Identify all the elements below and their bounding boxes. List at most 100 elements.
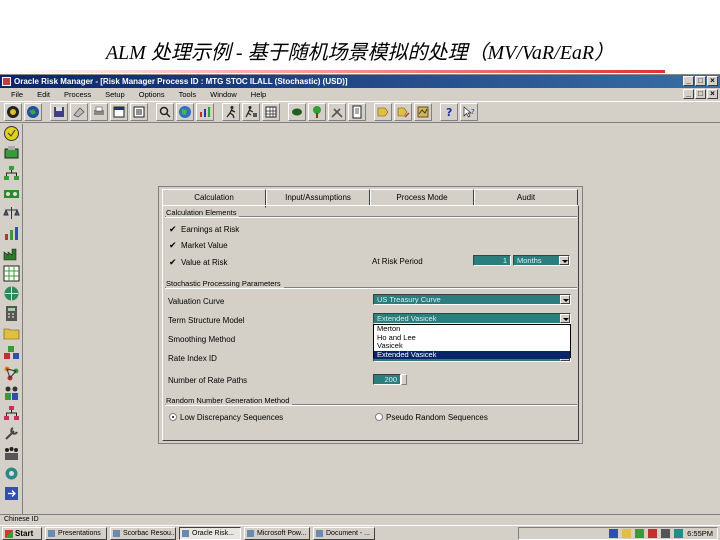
chevron-down-icon[interactable] (559, 256, 569, 265)
toolbar-list-icon[interactable] (130, 103, 148, 121)
market-value-checkbox[interactable]: ✔ (169, 241, 178, 250)
toolbar-process-icon[interactable] (4, 103, 22, 121)
nav-settings-icon[interactable] (2, 464, 21, 483)
task-powerpoint[interactable]: Microsoft Pow... (244, 527, 310, 540)
menu-window[interactable]: Window (205, 90, 242, 99)
toolbar-document-icon[interactable] (348, 103, 366, 121)
title-rule (0, 70, 665, 73)
mdi-restore-button[interactable]: □ (695, 89, 706, 99)
mdi-controls: _ □ × (683, 89, 718, 99)
toolbar-search-icon[interactable] (156, 103, 174, 121)
toolbar-eraser-icon[interactable] (70, 103, 88, 121)
menu-process[interactable]: Process (59, 90, 96, 99)
mdi-close-button[interactable]: × (707, 89, 718, 99)
task-document[interactable]: Document - ... (313, 527, 375, 540)
nav-data-icon[interactable] (2, 184, 21, 203)
toolbar-flow-icon[interactable] (374, 103, 392, 121)
svg-text:?: ? (446, 106, 452, 119)
nav-people-icon[interactable] (2, 384, 21, 403)
nav-network-icon[interactable] (2, 364, 21, 383)
nav-team-icon[interactable] (2, 444, 21, 463)
toolbar-earth-icon[interactable] (176, 103, 194, 121)
menu-options[interactable]: Options (134, 90, 170, 99)
window-title: Oracle Risk Manager - [Risk Manager Proc… (14, 77, 348, 86)
dropdown-option-extended-vasicek[interactable]: Extended Vasicek (374, 350, 570, 359)
nav-rates-icon[interactable] (2, 124, 21, 143)
toolbar-grid-icon[interactable] (262, 103, 280, 121)
menu-setup[interactable]: Setup (100, 90, 130, 99)
toolbar-run-all-icon[interactable] (242, 103, 260, 121)
task-presentations[interactable]: Presentations (45, 527, 107, 540)
rate-paths-spinner[interactable] (401, 374, 407, 385)
at-risk-period-unit-select[interactable]: Months (513, 255, 570, 266)
earnings-at-risk-checkbox[interactable]: ✔ (169, 225, 178, 234)
nav-globe-icon[interactable] (2, 284, 21, 303)
clock: 6:55PM (687, 529, 713, 538)
toolbar-print-icon[interactable] (90, 103, 108, 121)
menu-file[interactable]: File (6, 90, 28, 99)
nav-chart-icon[interactable] (2, 224, 21, 243)
slide-title: ALM 处理示例 - 基于随机场景模拟的处理（MV/VaR/EaR） (105, 42, 615, 64)
minimize-button[interactable]: _ (683, 76, 694, 86)
nav-boxes-icon[interactable] (2, 344, 21, 363)
low-discrepancy-radio[interactable] (169, 413, 177, 421)
menu-help[interactable]: Help (246, 90, 271, 99)
toolbar-globe-icon[interactable] (24, 103, 42, 121)
toolbar-tools-icon[interactable] (328, 103, 346, 121)
dropdown-option-ho-lee[interactable]: Ho and Lee (374, 333, 570, 343)
maximize-button[interactable]: □ (695, 76, 706, 86)
term-structure-select[interactable]: Extended Vasicek (373, 313, 571, 324)
close-button[interactable]: × (707, 76, 718, 86)
chevron-down-icon[interactable] (560, 295, 570, 304)
toolbar-help-icon[interactable]: ? (440, 103, 458, 121)
window-titlebar[interactable]: Oracle Risk Manager - [Risk Manager Proc… (0, 75, 720, 88)
random-title: Random Number Generation Method (166, 396, 293, 405)
system-tray: 6:55PM (518, 527, 718, 540)
tray-network-icon[interactable] (609, 529, 619, 538)
tab-audit[interactable]: Audit (474, 189, 578, 206)
menu-edit[interactable]: Edit (32, 90, 55, 99)
smoothing-method-label: Smoothing Method (168, 335, 236, 344)
nav-portfolio-icon[interactable] (2, 144, 21, 163)
task-scorbac[interactable]: Scorbac Resou... (110, 527, 176, 540)
tray-volume-icon[interactable] (661, 529, 671, 538)
rate-paths-input[interactable]: 200 (373, 374, 401, 385)
tray-alert-icon[interactable] (648, 529, 658, 538)
nav-hierarchy-icon[interactable] (2, 164, 21, 183)
nav-org-icon[interactable] (2, 404, 21, 423)
nav-wrench-icon[interactable] (2, 424, 21, 443)
toolbar-context-help-icon[interactable]: ? (460, 103, 478, 121)
nav-balance-icon[interactable] (2, 204, 21, 223)
tray-monitor-icon[interactable] (635, 529, 645, 538)
at-risk-period-input[interactable]: 1 (473, 255, 511, 266)
toolbar-tree-icon[interactable] (308, 103, 326, 121)
calc-elements-title: Calculation Elements (166, 208, 240, 217)
valuation-curve-select[interactable]: US Treasury Curve (373, 294, 571, 305)
term-structure-label: Term Structure Model (168, 316, 245, 325)
tab-process-mode[interactable]: Process Mode (370, 189, 474, 206)
toolbar-window-icon[interactable] (110, 103, 128, 121)
mdi-minimize-button[interactable]: _ (683, 89, 694, 99)
window-controls: _ □ × (683, 76, 718, 86)
toolbar-map-icon[interactable] (414, 103, 432, 121)
value-at-risk-checkbox[interactable]: ✔ (169, 258, 178, 267)
pseudo-random-radio[interactable] (375, 413, 383, 421)
tray-app-icon[interactable] (674, 529, 684, 538)
nav-folder-icon[interactable] (2, 324, 21, 343)
start-button[interactable]: Start (2, 527, 42, 540)
toolbar-chart-icon[interactable] (196, 103, 214, 121)
nav-calculator-icon[interactable] (2, 304, 21, 323)
chevron-down-icon[interactable] (560, 314, 570, 323)
toolbar-runner-icon[interactable] (222, 103, 240, 121)
nav-export-icon[interactable] (2, 484, 21, 503)
toolbar-leaf-icon[interactable] (288, 103, 306, 121)
tab-input-assumptions[interactable]: Input/Assumptions (266, 189, 370, 206)
task-oracle-risk[interactable]: Oracle Risk... (179, 527, 241, 540)
earnings-at-risk-label: Earnings at Risk (181, 225, 240, 234)
menu-tools[interactable]: Tools (174, 90, 202, 99)
tray-folder-icon[interactable] (622, 529, 632, 538)
toolbar-save-icon[interactable] (50, 103, 68, 121)
toolbar-flow-edit-icon[interactable] (394, 103, 412, 121)
nav-factory-icon[interactable] (2, 244, 21, 263)
nav-matrix-icon[interactable] (2, 264, 21, 283)
